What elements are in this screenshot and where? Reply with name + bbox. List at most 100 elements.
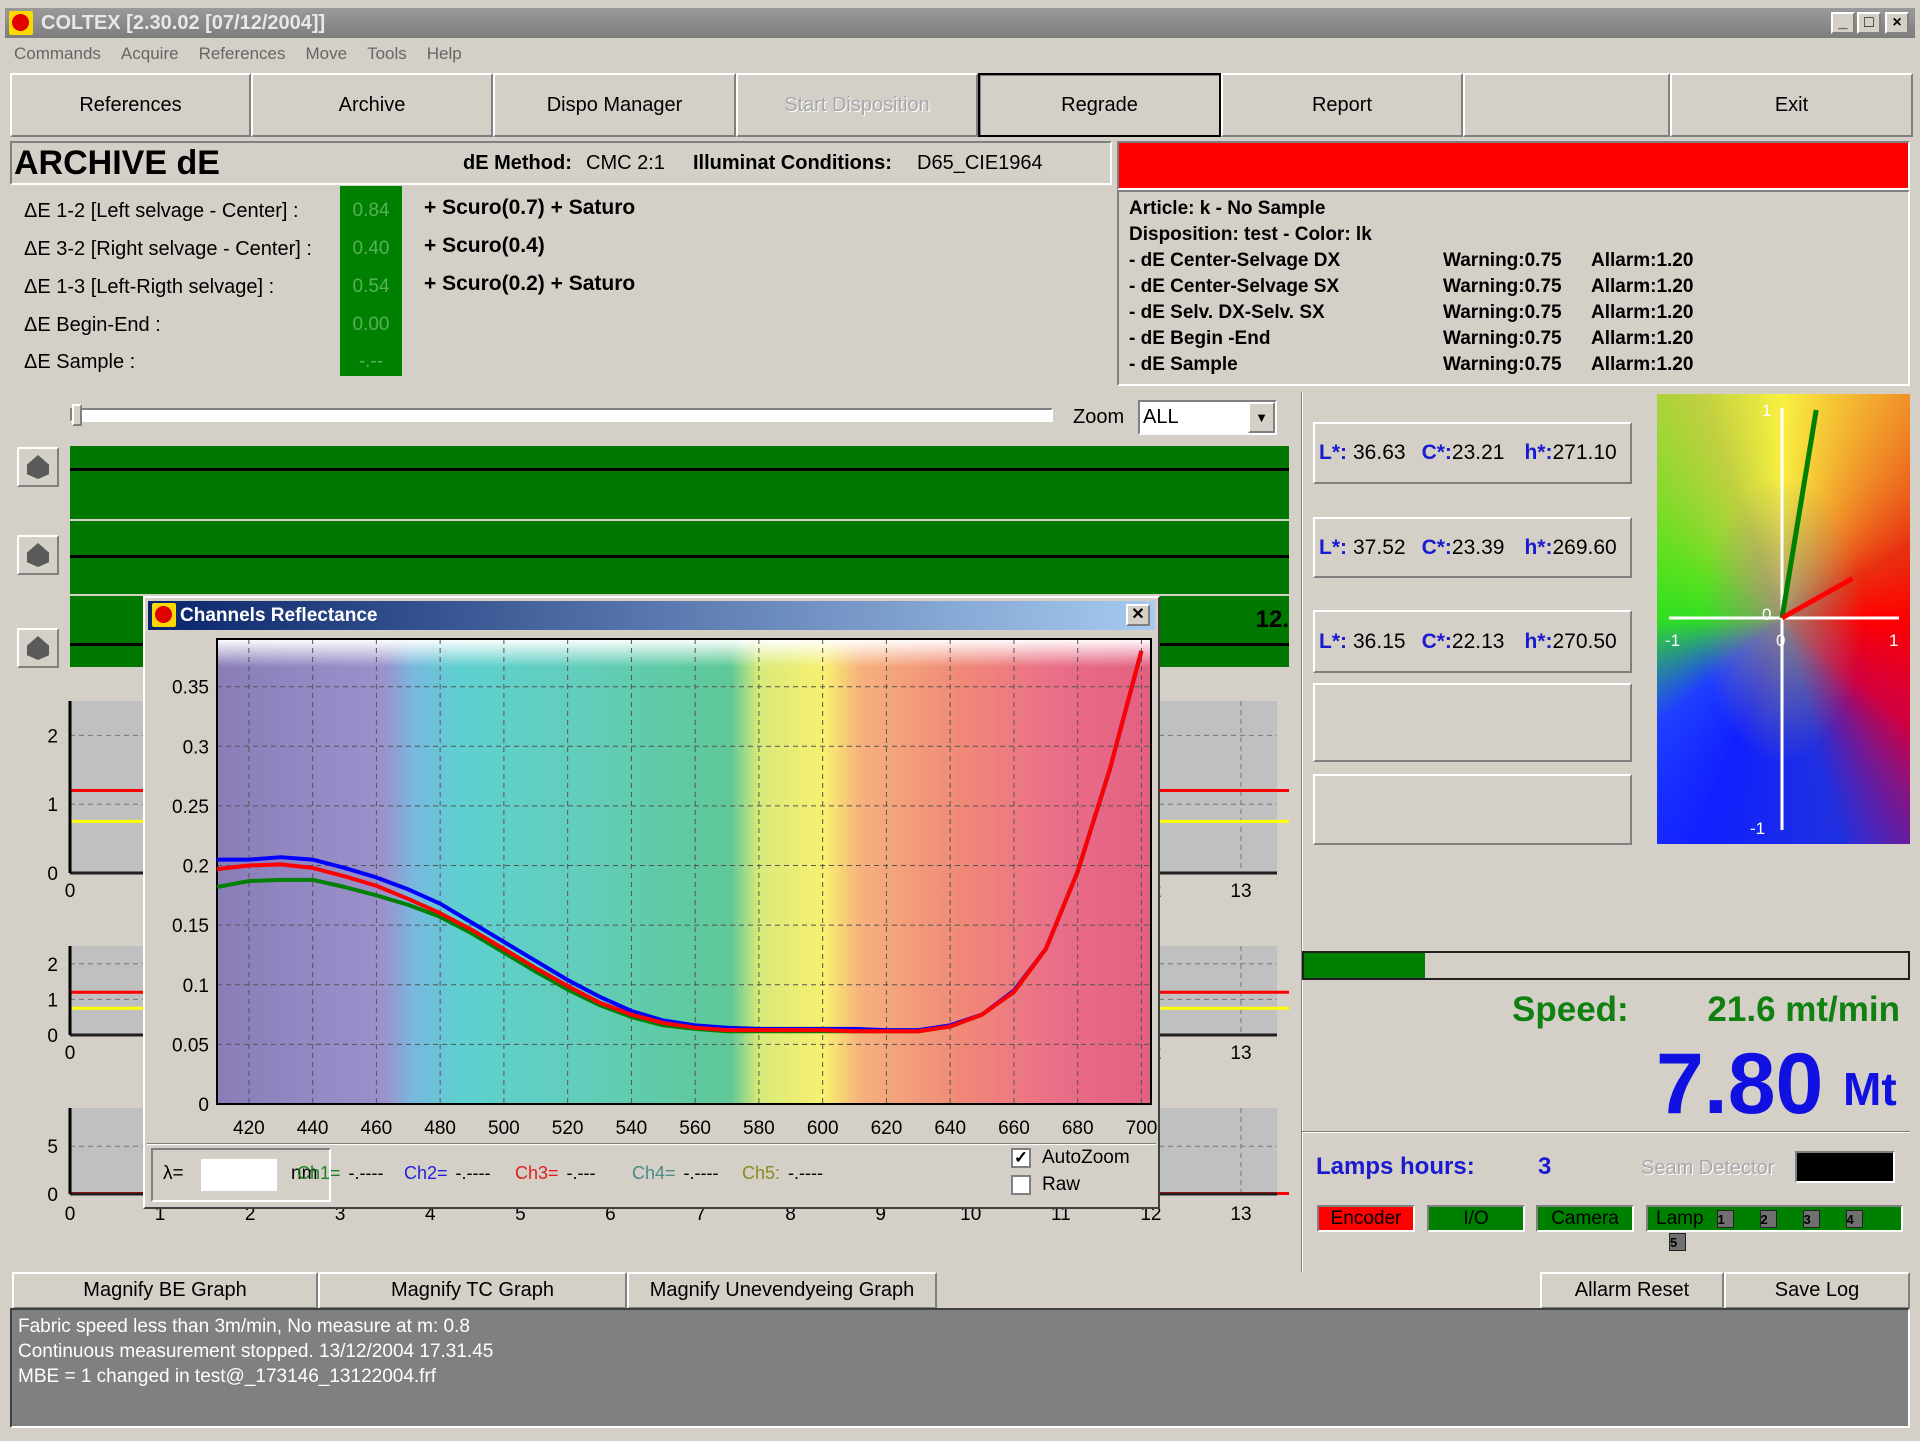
dialog-title: Channels Reflectance: [180, 605, 378, 626]
lch-c-label: C*:: [1421, 629, 1452, 653]
lch-l-label: L*:: [1319, 535, 1347, 559]
lamp-5-indicator: 5: [1669, 1232, 1686, 1251]
x-tick-label: 600: [807, 1118, 839, 1139]
x-tick-label: 13: [1230, 1043, 1251, 1064]
lambda-label: λ=: [163, 1163, 184, 1184]
lch-h: 269.60: [1552, 535, 1617, 559]
lch-h: 270.50: [1552, 629, 1617, 653]
threshold-name: - dE Sample: [1129, 354, 1238, 375]
dialog-icon: [152, 603, 176, 627]
blank-toolbar-button[interactable]: [1463, 73, 1670, 137]
minimize-button[interactable]: _: [1831, 12, 1855, 34]
menu-acquire[interactable]: Acquire: [121, 44, 179, 68]
lambda-input[interactable]: [201, 1159, 277, 1191]
x-tick-label: 680: [1062, 1118, 1094, 1139]
alarm-status-bar: [1117, 141, 1910, 190]
lamps-hours-value: 3: [1538, 1153, 1552, 1180]
autozoom-checkbox[interactable]: ✓: [1011, 1148, 1031, 1168]
lch-l: 36.63: [1353, 441, 1406, 464]
x-min-label: -1: [1665, 631, 1680, 650]
menu-tools[interactable]: Tools: [367, 44, 407, 68]
maximize-button[interactable]: □: [1857, 12, 1881, 34]
alarm-reset-button[interactable]: Allarm Reset: [1540, 1272, 1724, 1309]
lamp-1-indicator: 1: [1716, 1209, 1734, 1228]
menu-help[interactable]: Help: [427, 44, 462, 68]
menu-commands[interactable]: Commands: [14, 44, 101, 68]
magnify-unevendyeing-graph-button[interactable]: Magnify Unevendyeing Graph: [627, 1272, 937, 1309]
checkmark-icon: ✓: [1013, 1148, 1029, 1167]
lch-h-label: h*:: [1524, 441, 1553, 464]
x-max-label: 1: [1889, 631, 1898, 650]
x-tick-label: 0: [65, 881, 76, 902]
de-label-sample: ΔE Sample :: [24, 351, 136, 373]
de-values-panel: 0.84 0.40 0.54 0.00 -.--: [340, 186, 402, 376]
de-note-1-2: + Scuro(0.7) + Saturo: [424, 196, 636, 219]
channel-value: -.----: [455, 1163, 491, 1183]
meters-unit: Mt: [1843, 1063, 1897, 1115]
threshold-row: - dE Center-Selvage SX Warning:0.75 Allarm…: [1129, 274, 1898, 300]
exit-button[interactable]: Exit: [1670, 73, 1913, 137]
position-slider[interactable]: [70, 404, 1053, 426]
y-tick-label: 0: [47, 1026, 58, 1047]
log-line: Continuous measurement stopped. 13/12/20…: [18, 1341, 494, 1362]
method-label: dE Method:: [463, 152, 572, 174]
references-button[interactable]: References: [10, 73, 251, 137]
x-tick-label: 13: [1230, 1204, 1251, 1225]
zoom-select[interactable]: ALL ▼: [1138, 400, 1277, 435]
title-bar: COLTEX [2.30.02 [07/12/2004]]: [5, 8, 1915, 38]
lch-readout-5: [1313, 774, 1632, 845]
x-tick-label: 460: [361, 1118, 393, 1139]
save-log-button[interactable]: Save Log: [1724, 1272, 1910, 1309]
color-vector-2: [1780, 576, 1854, 621]
app-icon: [9, 11, 33, 35]
lch-h-label: h*:: [1524, 629, 1553, 653]
channel-value: -.----: [348, 1163, 384, 1183]
channel-1-button[interactable]: [17, 628, 59, 668]
lch-c-label: C*:: [1421, 535, 1452, 559]
dialog-close-button[interactable]: ✕: [1126, 604, 1150, 626]
dialog-title-bar[interactable]: Channels Reflectance: [148, 601, 1155, 630]
dispo-manager-button[interactable]: Dispo Manager: [493, 73, 736, 137]
threshold-name: - dE Begin -End: [1129, 328, 1271, 349]
channel-label: Ch3=: [515, 1163, 559, 1183]
slider-thumb[interactable]: [72, 404, 82, 426]
panel-divider: [1301, 392, 1303, 1272]
lch-c-label: C*:: [1421, 441, 1452, 464]
regrade-button[interactable]: Regrade: [978, 73, 1221, 137]
de-label-3-2: ΔE 3-2 [Right selvage - Center] :: [24, 238, 312, 260]
alarm-value: Allarm:1.20: [1591, 302, 1694, 323]
y-min-label: -1: [1750, 819, 1765, 838]
zoom-label: Zoom: [1073, 406, 1125, 428]
y-tick-label: 1: [47, 795, 58, 816]
magnify-tc-graph-button[interactable]: Magnify TC Graph: [318, 1272, 627, 1309]
close-button[interactable]: ×: [1885, 12, 1909, 34]
menu-move[interactable]: Move: [306, 44, 348, 68]
report-button[interactable]: Report: [1221, 73, 1463, 137]
y-tick-label: 0.05: [172, 1035, 209, 1056]
x-tick-label: 0: [65, 1204, 76, 1225]
y-tick-label: 2: [47, 955, 58, 976]
channel-2-button[interactable]: [17, 535, 59, 575]
chevron-down-icon[interactable]: ▼: [1248, 402, 1275, 433]
x-tick-label: 580: [743, 1118, 775, 1139]
lamp-label: Lamp: [1656, 1208, 1704, 1229]
camera-indicator: Camera: [1536, 1205, 1634, 1232]
archive-button[interactable]: Archive: [251, 73, 493, 137]
channel-value: -.---: [566, 1163, 596, 1183]
seam-detector-label: Seam Detector: [1641, 1157, 1775, 1179]
y-tick-label: 0: [47, 1185, 58, 1206]
encoder-indicator: Encoder: [1317, 1205, 1415, 1232]
raw-checkbox[interactable]: [1011, 1175, 1031, 1195]
lamps-hours-label: Lamps hours:: [1316, 1153, 1475, 1180]
x-tick-label: 500: [488, 1118, 520, 1139]
magnify-be-graph-button[interactable]: Magnify BE Graph: [12, 1272, 318, 1309]
separator: [1302, 1131, 1910, 1133]
lch-readout-4: [1313, 683, 1632, 762]
channel-3-button[interactable]: [17, 447, 59, 487]
menu-references[interactable]: References: [199, 44, 286, 68]
de-value-1-2: 0.84: [352, 200, 390, 221]
x-zero-label: 0: [1776, 631, 1785, 650]
alarm-value: Allarm:1.20: [1591, 328, 1694, 349]
start-disposition-button[interactable]: Start Disposition: [736, 73, 978, 137]
warning-value: Warning:0.75: [1443, 250, 1562, 271]
